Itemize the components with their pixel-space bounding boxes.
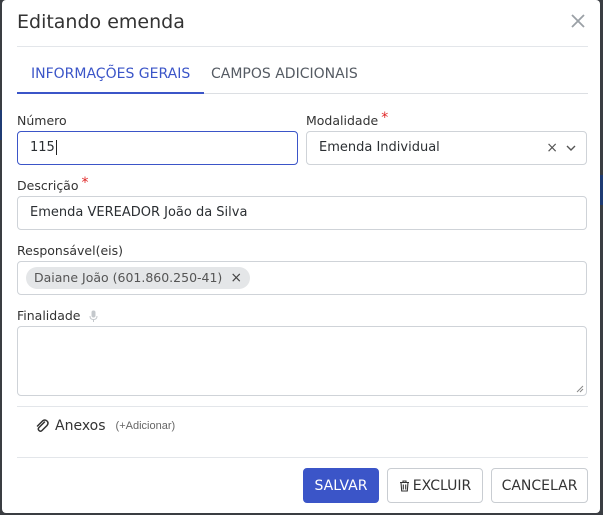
responsaveis-label: Responsável(eis) [17,243,123,258]
modalidade-select[interactable]: Emenda Individual × [306,131,587,165]
resize-handle-icon[interactable] [576,385,584,393]
cancel-button[interactable]: CANCELAR [491,468,588,503]
finalidade-label-text: Finalidade [17,308,81,323]
numero-value: 115 [30,140,55,155]
descricao-value: Emenda VEREADOR João da Silva [30,205,248,220]
numero-label-text: Número [17,113,67,128]
required-asterisk: * [81,175,89,191]
responsaveis-multiselect[interactable]: Daiane João (601.860.250-41) × [17,261,587,295]
footer-divider [17,457,588,458]
paperclip-icon [36,419,49,432]
trash-icon [399,479,409,492]
finalidade-textarea[interactable] [17,326,587,396]
attachments-label: Anexos [55,418,106,434]
save-button-label: SALVAR [314,477,368,494]
save-button[interactable]: SALVAR [303,468,379,503]
microphone-icon[interactable] [89,310,98,323]
close-icon-glyph [571,14,585,28]
numero-input[interactable]: 115 [17,131,298,165]
tab-bar: INFORMAÇÕES GERAIS CAMPOS ADICIONAIS [17,56,588,94]
numero-label: Número [17,113,67,128]
descricao-input[interactable]: Emenda VEREADOR João da Silva [17,196,587,230]
attachments-section: Anexos (+Adicionar) [35,418,175,434]
modalidade-value: Emenda Individual [319,140,440,155]
finalidade-label: Finalidade [17,308,98,323]
chip-remove-icon[interactable]: × [230,267,242,289]
dialog-title: Editando emenda [17,11,185,33]
modalidade-label-text: Modalidade [306,113,379,128]
edit-amendment-dialog: Editando emenda INFORMAÇÕES GERAIS CAMPO… [2,0,600,513]
close-icon[interactable] [568,12,588,32]
modalidade-label: Modalidade * [306,110,389,129]
delete-button-label: EXCLUIR [412,477,472,494]
tab-informacoes-gerais[interactable]: INFORMAÇÕES GERAIS [17,56,205,94]
responsaveis-label-text: Responsável(eis) [17,243,123,258]
text-caret [55,140,57,155]
responsavel-chip: Daiane João (601.860.250-41) × [26,267,251,289]
chip-label: Daiane João (601.860.250-41) [34,270,223,285]
clear-icon[interactable]: × [546,132,558,164]
descricao-label: Descrição * [17,175,89,194]
descricao-label-text: Descrição [17,178,79,193]
add-attachment-link[interactable]: (+Adicionar) [116,420,176,432]
delete-button[interactable]: EXCLUIR [387,468,483,503]
header-divider [17,46,588,47]
dialog-header: Editando emenda [2,0,600,46]
section-divider [17,406,588,407]
tab-campos-adicionais[interactable]: CAMPOS ADICIONAIS [197,56,372,94]
required-asterisk: * [381,110,389,126]
chevron-down-icon[interactable] [566,143,576,153]
cancel-button-label: CANCELAR [501,477,578,494]
